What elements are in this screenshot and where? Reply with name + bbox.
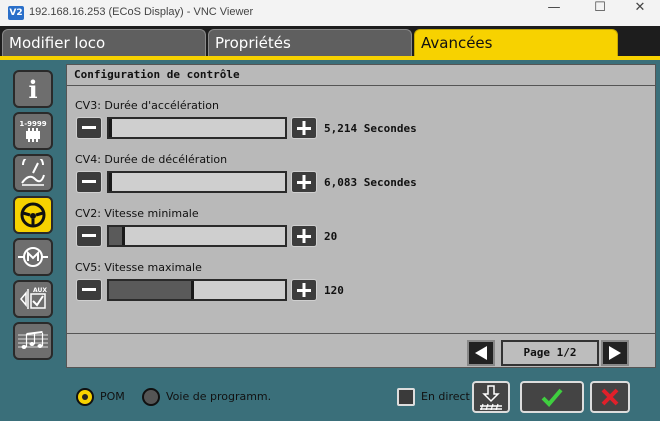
tab-label: Modifier loco — [9, 34, 106, 52]
cv4-decrease-button[interactable] — [76, 171, 102, 193]
cv4-value: 6,083 Secondes — [324, 176, 417, 189]
close-x-icon — [601, 388, 619, 406]
tab-avancees[interactable]: Avancées — [414, 29, 618, 57]
previous-page-button[interactable] — [467, 340, 495, 366]
confirm-button[interactable] — [520, 381, 584, 413]
cv3-slider[interactable] — [107, 117, 287, 139]
sidebar-item-aux[interactable]: AUX — [13, 280, 53, 318]
cv3-decrease-button[interactable] — [76, 117, 102, 139]
vnc-logo-icon: V2 — [8, 6, 24, 20]
checkmark-icon — [541, 388, 563, 407]
speed-curve-icon — [21, 159, 45, 186]
window-title-bar: V2 192.168.16.253 (ECoS Display) - VNC V… — [0, 0, 660, 26]
write-to-track-icon — [480, 385, 502, 410]
slider-thumb[interactable] — [109, 173, 112, 191]
motor-icon — [18, 247, 48, 267]
cv2-decrease-button[interactable] — [76, 225, 102, 247]
pom-label: POM — [100, 390, 125, 403]
plus-icon — [297, 283, 311, 297]
ecos-display: Modifier loco Propriétés Avancées i 1-99… — [0, 26, 660, 421]
cv2-label: CV2: Vitesse minimale — [75, 207, 199, 220]
tab-label: Propriétés — [215, 34, 291, 52]
cv2-increase-button[interactable] — [291, 225, 317, 247]
plus-icon — [297, 229, 311, 243]
cv3-label: CV3: Durée d'accélération — [75, 99, 219, 112]
address-range-label: 1-9999 — [19, 120, 47, 128]
en-direct-label: En direct — [421, 390, 470, 403]
maximize-button[interactable]: ☐ — [580, 0, 620, 26]
next-page-button[interactable] — [601, 340, 629, 366]
slider-thumb[interactable] — [122, 227, 125, 245]
svg-text:AUX: AUX — [33, 287, 47, 294]
slider-fill — [109, 281, 192, 299]
section-title: Configuration de contrôle — [74, 68, 240, 81]
close-window-button[interactable]: ✕ — [620, 0, 660, 26]
minimize-button[interactable]: — — [534, 0, 574, 26]
cv4-increase-button[interactable] — [291, 171, 317, 193]
minus-icon — [82, 288, 96, 291]
divider — [67, 333, 655, 334]
pom-radio[interactable] — [76, 388, 94, 406]
en-direct-checkbox[interactable] — [397, 388, 415, 406]
cv5-slider[interactable] — [107, 279, 287, 301]
sidebar-item-control[interactable] — [13, 196, 53, 234]
decoder-chip-icon — [26, 128, 40, 142]
sidebar-item-motor[interactable] — [13, 238, 53, 276]
music-notes-icon — [18, 331, 48, 349]
cv3-value: 5,214 Secondes — [324, 122, 417, 135]
cv4-slider[interactable] — [107, 171, 287, 193]
minus-icon — [82, 234, 96, 237]
arrow-right-icon — [609, 346, 621, 360]
programming-track-label: Voie de programm. — [166, 390, 272, 403]
write-to-track-button[interactable] — [472, 381, 510, 413]
programming-track-radio[interactable] — [142, 388, 160, 406]
main-panel: i 1-9999 AUX Configuration de contrôle C… — [0, 60, 660, 421]
sidebar: i 1-9999 AUX — [4, 64, 62, 368]
plus-icon — [297, 175, 311, 189]
slider-thumb[interactable] — [109, 119, 112, 137]
sidebar-item-speed-curve[interactable] — [13, 154, 53, 192]
slider-fill — [109, 227, 123, 245]
cv5-label: CV5: Vitesse maximale — [75, 261, 202, 274]
window-title: 192.168.16.253 (ECoS Display) - VNC View… — [29, 6, 254, 18]
slider-thumb[interactable] — [191, 281, 194, 299]
cv5-value: 120 — [324, 284, 344, 297]
sidebar-item-address[interactable]: 1-9999 — [13, 112, 53, 150]
cv2-value: 20 — [324, 230, 338, 243]
plus-icon — [297, 121, 311, 135]
arrow-left-icon — [475, 346, 487, 360]
cv4-label: CV4: Durée de décélération — [75, 153, 228, 166]
control-config-panel: Configuration de contrôle CV3: Durée d'a… — [66, 64, 656, 368]
cancel-button[interactable] — [590, 381, 630, 413]
tab-proprietes[interactable]: Propriétés — [208, 29, 412, 57]
cv5-increase-button[interactable] — [291, 279, 317, 301]
page-indicator: Page 1/2 — [501, 340, 599, 366]
steering-wheel-icon — [20, 202, 46, 228]
minus-icon — [82, 126, 96, 129]
aux-output-icon: AUX — [20, 287, 47, 309]
sidebar-item-info[interactable]: i — [13, 70, 53, 108]
tab-label: Avancées — [421, 34, 493, 52]
cv3-increase-button[interactable] — [291, 117, 317, 139]
tab-modifier-loco[interactable]: Modifier loco — [2, 29, 206, 57]
sidebar-item-sound[interactable] — [13, 322, 53, 360]
minus-icon — [82, 180, 96, 183]
info-icon: i — [28, 74, 38, 104]
bottom-bar: POM Voie de programm. En direct — [0, 372, 660, 421]
divider — [67, 85, 655, 86]
cv2-slider[interactable] — [107, 225, 287, 247]
cv5-decrease-button[interactable] — [76, 279, 102, 301]
